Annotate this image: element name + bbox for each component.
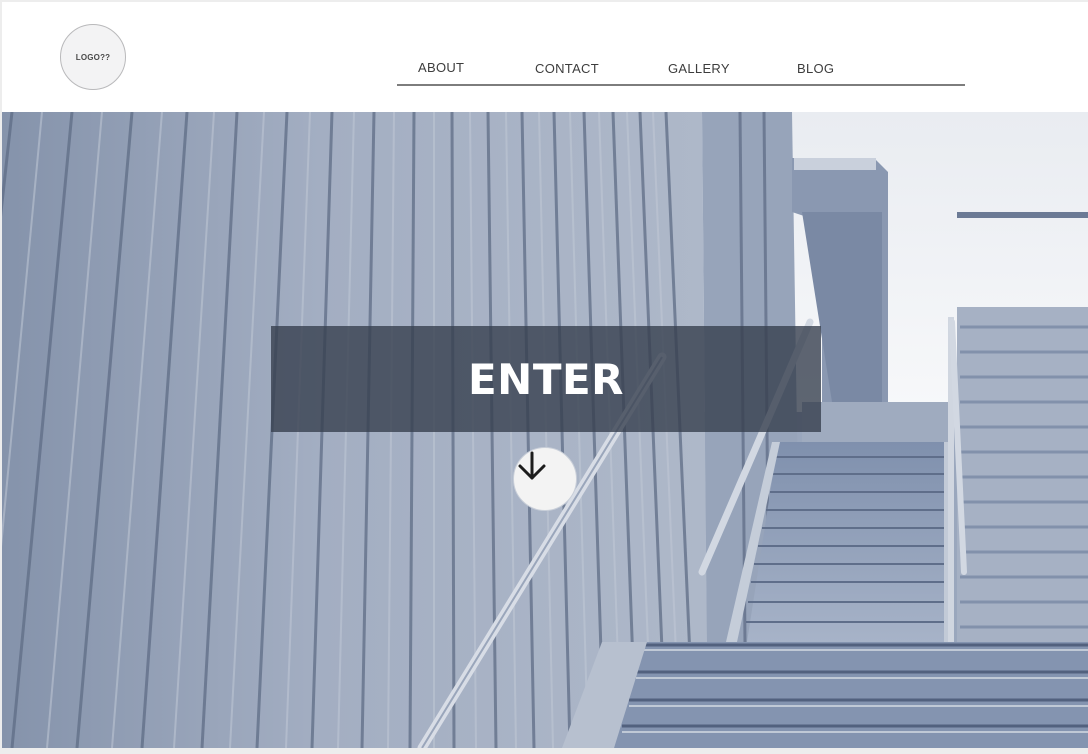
- hero-section: ENTER: [2, 112, 1088, 748]
- enter-label: ENTER: [467, 354, 625, 404]
- enter-button[interactable]: ENTER: [271, 326, 821, 432]
- main-nav: ABOUT CONTACT GALLERY BLOG: [397, 46, 965, 86]
- arrow-down-icon: [518, 451, 546, 480]
- site-header: LOGO?? ABOUT CONTACT GALLERY BLOG: [2, 2, 1088, 112]
- scroll-down-button[interactable]: [513, 447, 577, 511]
- logo-text: LOGO??: [75, 52, 111, 62]
- nav-item-about[interactable]: ABOUT: [418, 60, 464, 75]
- nav-item-gallery[interactable]: GALLERY: [668, 61, 730, 76]
- logo[interactable]: LOGO??: [60, 24, 126, 90]
- nav-item-contact[interactable]: CONTACT: [535, 61, 599, 76]
- page: LOGO?? ABOUT CONTACT GALLERY BLOG ENTER: [2, 2, 1088, 748]
- nav-item-blog[interactable]: BLOG: [797, 61, 834, 76]
